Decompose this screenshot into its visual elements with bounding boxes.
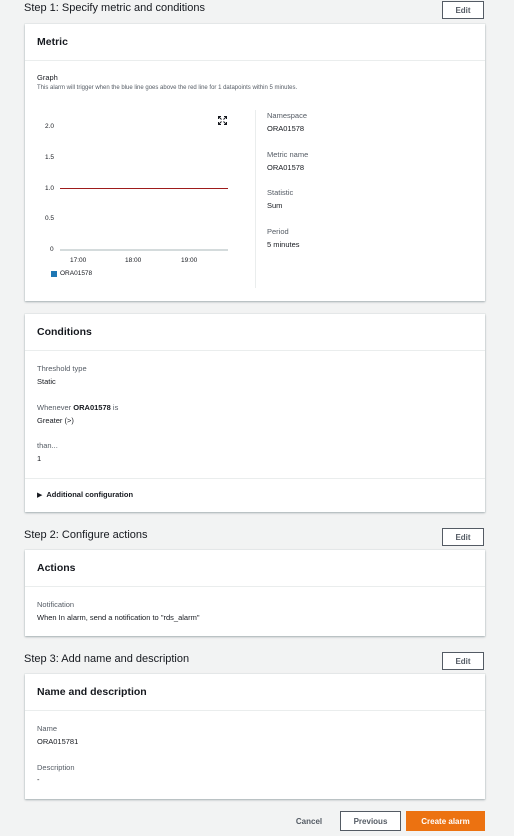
threshold-type-label: Threshold type (37, 364, 87, 373)
caret-right-icon: ▶ (37, 491, 43, 499)
legend-label: ORA01578 (60, 270, 93, 277)
metric-panel: Metric Graph This alarm will trigger whe… (25, 24, 485, 301)
legend-swatch (51, 270, 57, 277)
whenever-value: Greater (>) (37, 416, 74, 425)
than-label: than... (37, 441, 58, 450)
whenever-metric: ORA01578 (73, 403, 111, 412)
step2-title: Step 2: Configure actions (24, 529, 148, 541)
namespace-label: Namespace (267, 111, 308, 120)
x-tick-label: 18:00 (125, 257, 142, 264)
period-label: Period (267, 227, 289, 236)
step1-title: Step 1: Specify metric and conditions (24, 2, 205, 14)
description-label: Description (37, 763, 75, 772)
x-tick-label: 17:00 (70, 257, 87, 264)
namespace-value: ORA01578 (267, 124, 305, 133)
conditions-panel-heading: Conditions (25, 314, 485, 351)
actions-panel: Actions Notification When In alarm, send… (25, 550, 485, 636)
chart-legend[interactable]: ORA01578 (51, 270, 92, 277)
metric-name-value: ORA01578 (267, 163, 305, 172)
details-divider (255, 110, 256, 288)
whenever-prefix: Whenever (37, 403, 72, 412)
statistic-value: Sum (267, 201, 283, 210)
whenever-label: Whenever ORA01578 is (37, 403, 118, 412)
conditions-panel: Conditions Threshold type Static Wheneve… (25, 314, 485, 512)
create-alarm-button[interactable]: Create alarm (406, 811, 485, 831)
name-value: ORA015781 (37, 737, 79, 746)
whenever-suffix: is (112, 403, 119, 412)
conditions-divider (25, 478, 485, 479)
threshold-type-value: Static (37, 377, 56, 386)
step2-edit-button[interactable]: Edit (442, 528, 484, 546)
period-value: 5 minutes (267, 240, 300, 249)
step1-edit-button[interactable]: Edit (442, 1, 484, 19)
statistic-label: Statistic (267, 188, 294, 197)
actions-panel-heading: Actions (25, 550, 485, 587)
x-tick-label: 19:00 (181, 257, 198, 264)
description-value: - (37, 775, 40, 784)
previous-button[interactable]: Previous (340, 811, 401, 831)
step3-edit-button[interactable]: Edit (442, 652, 484, 670)
cancel-button[interactable]: Cancel (286, 811, 332, 831)
name-description-panel: Name and description Name ORA015781 Desc… (25, 674, 485, 799)
than-value: 1 (37, 454, 42, 463)
notification-value: When In alarm, send a notification to "r… (37, 613, 200, 622)
additional-configuration-label: Additional configuration (46, 490, 134, 499)
name-description-panel-heading: Name and description (25, 674, 485, 711)
chart-plot-area (60, 188, 228, 251)
additional-configuration-toggle[interactable]: ▶ Additional configuration (37, 490, 133, 499)
name-label: Name (37, 724, 58, 733)
notification-label: Notification (37, 600, 75, 609)
step3-title: Step 3: Add name and description (24, 653, 190, 665)
metric-name-label: Metric name (267, 150, 309, 159)
